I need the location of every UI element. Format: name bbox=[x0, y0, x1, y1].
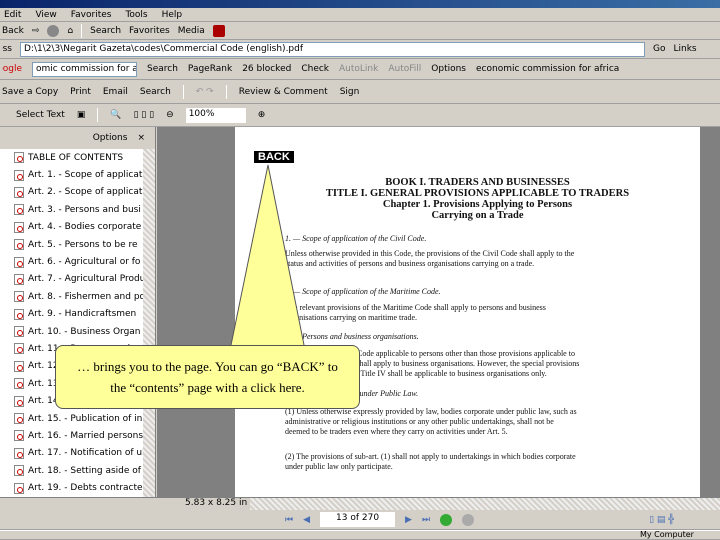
callout-line-2: the “contents” page with a click here. bbox=[110, 380, 305, 395]
prev-page-icon[interactable]: ◀ bbox=[303, 515, 310, 525]
page-size: 5.83 x 8.25 in bbox=[185, 498, 248, 508]
callout-tooltip: … brings you to the page. You can go “BA… bbox=[55, 345, 360, 409]
page-number-input[interactable]: 13 of 270 bbox=[320, 512, 396, 527]
last-page-icon[interactable]: ⏭ bbox=[422, 515, 430, 525]
page-size-bar: 5.83 x 8.25 in bbox=[0, 497, 720, 510]
page-layout-icons[interactable]: ▯ ▤ ╬ bbox=[649, 515, 674, 525]
status-bar: My Computer bbox=[0, 530, 720, 540]
go-back-icon[interactable] bbox=[440, 513, 453, 526]
callout-pointer bbox=[229, 164, 306, 351]
horizontal-scrollbar[interactable] bbox=[250, 498, 720, 510]
callout-line-1: … brings you to the page. You can go “BA… bbox=[77, 359, 338, 374]
page-navigation: ⏮ ◀ 13 of 270 ▶ ⏭ ▯ ▤ ╬ bbox=[0, 510, 720, 530]
next-page-icon[interactable]: ▶ bbox=[405, 515, 412, 525]
go-forward-icon[interactable] bbox=[462, 513, 475, 526]
zone-label: My Computer bbox=[640, 530, 694, 539]
first-page-icon[interactable]: ⏮ bbox=[285, 515, 293, 525]
